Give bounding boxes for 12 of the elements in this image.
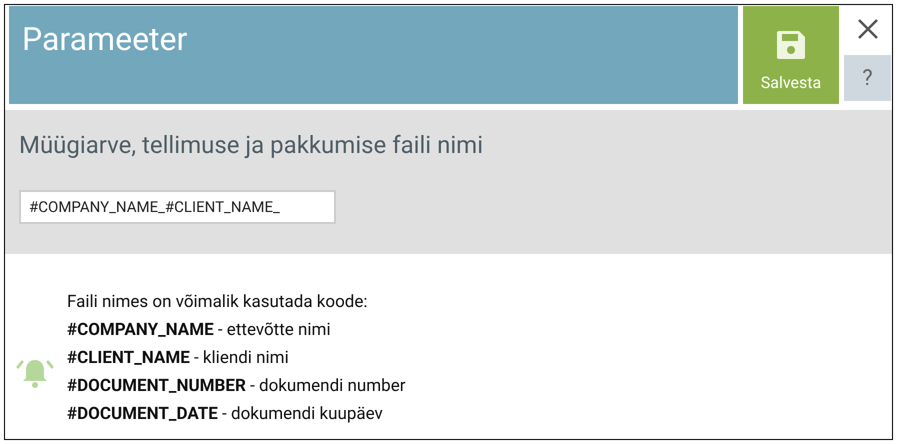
parameter-label: Müügiarve, tellimuse ja pakkumise faili nimi — [19, 130, 484, 160]
code-description: #DOCUMENT_NUMBER - dokumendi number — [67, 375, 406, 398]
code-description: #COMPANY_NAME - ettevõtte nimi — [67, 319, 332, 342]
save-button[interactable]: Salvesta — [743, 6, 839, 104]
window-title: Parameeter — [22, 20, 188, 58]
code-description: #DOCUMENT_DATE - dokumendi kuupäev — [67, 403, 384, 426]
code-description: #CLIENT_NAME - kliendi nimi — [67, 347, 290, 370]
help-button[interactable]: ? — [844, 55, 891, 101]
save-icon — [776, 30, 806, 60]
file-name-field[interactable]: #COMPANY_NAME_#CLIENT_NAME_ — [19, 190, 336, 224]
close-icon — [856, 18, 878, 40]
info-text: Faili nimes on võimalik kasutada koode: — [67, 291, 369, 314]
